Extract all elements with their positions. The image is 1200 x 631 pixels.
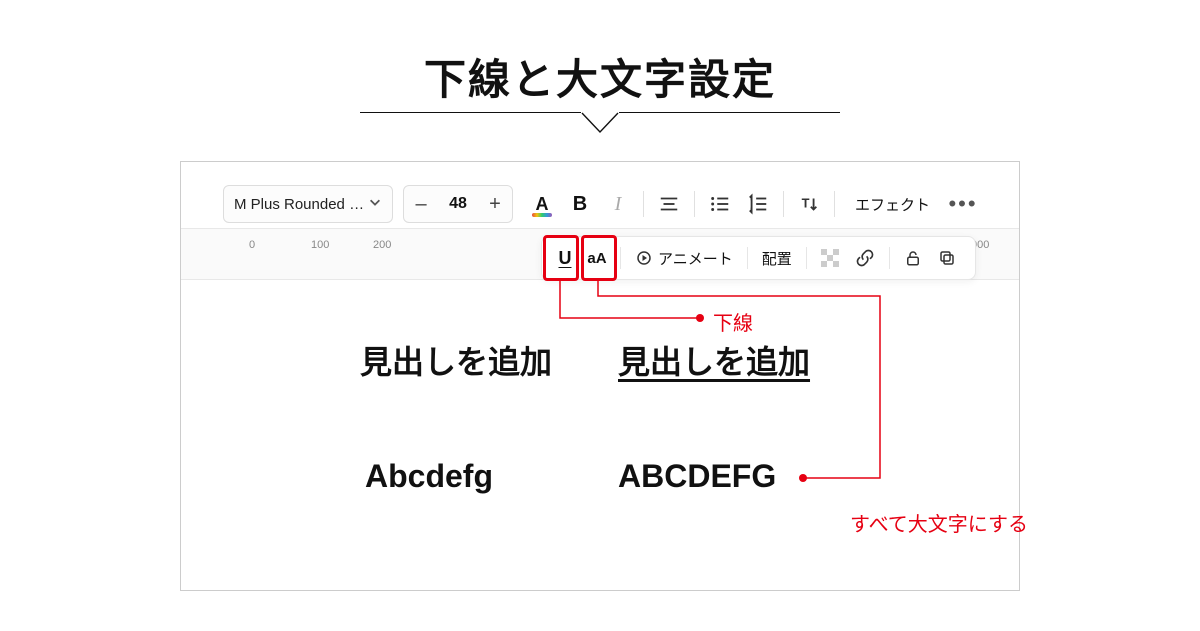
font-family-dropdown[interactable]: M Plus Rounded … (223, 185, 393, 223)
ruler-tick: 200 (373, 239, 391, 251)
list-button[interactable] (701, 185, 739, 223)
chevron-down-icon (368, 195, 382, 213)
annotation-uppercase: すべて大文字にする (850, 508, 1028, 537)
secondary-toolbar: U aA アニメート 配置 (541, 236, 976, 280)
animate-button[interactable]: アニメート (627, 241, 741, 275)
page-title: 下線と大文字設定 (0, 46, 1200, 107)
vertical-text-icon: T (798, 193, 820, 215)
sample-text-uppercase: ABCDEFG (618, 458, 776, 495)
list-icon (709, 193, 731, 215)
lock-button[interactable] (896, 241, 930, 275)
font-size-decrease[interactable]: – (404, 186, 438, 222)
svg-text:T: T (802, 196, 810, 211)
position-button[interactable]: 配置 (754, 241, 800, 275)
animate-label: アニメート (658, 248, 733, 269)
vertical-text-button[interactable]: T (790, 185, 828, 223)
link-icon (855, 248, 875, 268)
copy-icon (938, 249, 956, 267)
sample-heading-underline: 見出しを追加 (618, 337, 810, 383)
bold-button[interactable]: B (561, 185, 599, 223)
font-size-increase[interactable]: + (478, 186, 512, 222)
annotation-underline: 下線 (713, 307, 753, 336)
line-spacing-icon (747, 193, 769, 215)
italic-icon: I (615, 193, 622, 216)
ruler-tick: 0 (249, 239, 255, 251)
transparency-button[interactable] (813, 241, 847, 275)
spacing-button[interactable] (739, 185, 777, 223)
transparency-icon (821, 249, 839, 267)
sample-text-mixedcase: Abcdefg (365, 458, 493, 495)
text-color-button[interactable]: A (523, 185, 561, 223)
more-icon: ••• (948, 191, 977, 217)
italic-button[interactable]: I (599, 185, 637, 223)
underline-icon: U (559, 248, 572, 269)
align-button[interactable] (650, 185, 688, 223)
underline-button[interactable]: U (550, 241, 580, 275)
animate-icon (635, 249, 653, 267)
bold-icon: B (573, 193, 587, 216)
text-color-icon: A (536, 194, 549, 215)
color-swatch-bar (532, 213, 552, 217)
uppercase-button[interactable]: aA (580, 241, 614, 275)
more-button[interactable]: ••• (944, 185, 982, 223)
link-button[interactable] (847, 241, 883, 275)
sample-heading-plain: 見出しを追加 (360, 337, 552, 383)
ruler-tick: 100 (311, 239, 329, 251)
unlock-icon (904, 249, 922, 267)
effects-button[interactable]: エフェクト (841, 185, 944, 223)
align-center-icon (658, 193, 680, 215)
uppercase-icon: aA (587, 250, 606, 267)
duplicate-button[interactable] (930, 241, 964, 275)
text-toolbar: M Plus Rounded … – 48 + A B I (223, 182, 982, 226)
font-size-stepper: – 48 + (403, 185, 513, 223)
heading-caret (360, 112, 840, 134)
font-family-label: M Plus Rounded … (234, 196, 364, 213)
font-size-value[interactable]: 48 (438, 195, 478, 213)
